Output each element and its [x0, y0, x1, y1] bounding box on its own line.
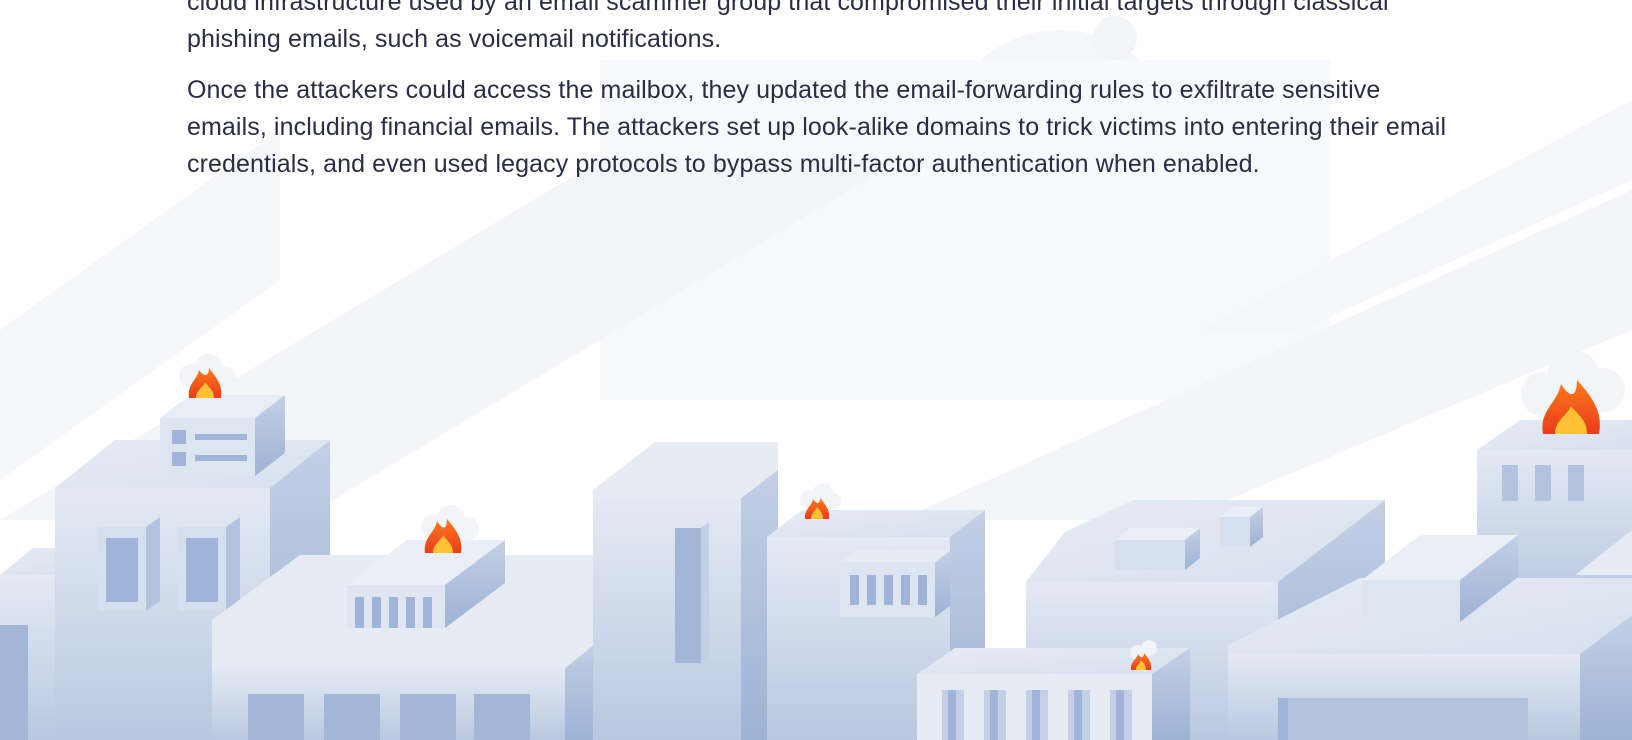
article-text: cloud infrastructure used by an email sc… [187, 0, 1447, 197]
building-center-tower [593, 442, 778, 740]
article-paragraph-2: Once the attackers could access the mail… [187, 76, 1447, 178]
fire-icon [179, 354, 236, 398]
article-paragraph-1: cloud infrastructure used by an email sc… [187, 0, 1389, 53]
